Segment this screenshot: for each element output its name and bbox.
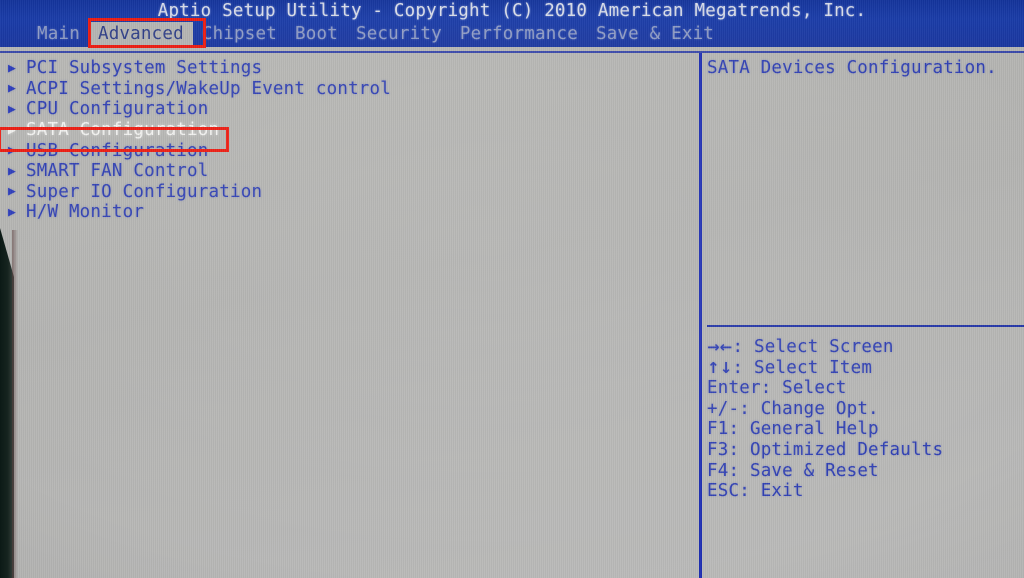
key-action-label: : Change Opt.	[739, 398, 879, 419]
submenu-arrow-icon: ▶	[8, 143, 17, 159]
key-name: Enter	[707, 378, 761, 399]
submenu-arrow-icon: ▶	[8, 184, 17, 200]
menu-option-sata-configuration[interactable]: ▶ SATA Configuration	[0, 120, 695, 141]
menu-tab-save-exit[interactable]: Save & Exit	[587, 22, 723, 47]
menu-tab-advanced[interactable]: Advanced	[88, 21, 193, 47]
menu-option-label: ACPI Settings/WakeUp Event control	[26, 78, 392, 99]
key-hint-f3: F3: Optimized Defaults	[707, 440, 1024, 461]
left-right-arrow-icon: →←	[707, 338, 733, 356]
key-name: F3	[707, 439, 729, 460]
menu-tab-boot[interactable]: Boot	[286, 22, 347, 47]
help-description: SATA Devices Configuration.	[707, 58, 997, 78]
key-name: F1	[707, 419, 729, 440]
key-action-label: : Optimized Defaults	[728, 439, 944, 460]
menu-option-label: PCI Subsystem Settings	[26, 58, 263, 79]
page-title: Aptio Setup Utility - Copyright (C) 2010…	[157, 1, 867, 21]
key-name: ESC	[707, 481, 740, 502]
menu-tab-security[interactable]: Security	[347, 22, 451, 47]
menu-option-label: SMART FAN Control	[26, 161, 209, 182]
header-divider	[0, 51, 1024, 53]
key-action-label: : Exit	[739, 481, 804, 502]
menu-tab-bar: Main Advanced Chipset Boot Security Performan…	[28, 21, 723, 47]
advanced-menu-list: ▶ PCI Subsystem Settings ▶ ACPI Settings/Wa…	[0, 58, 695, 223]
key-action-label: : Save & Reset	[728, 460, 879, 481]
menu-option-super-io-configuration[interactable]: ▶ Super IO Configuration	[0, 182, 695, 203]
key-hint-item-3: +/-: Change Opt.	[707, 399, 1024, 420]
menu-option-smart-fan-control[interactable]: ▶ SMART FAN Control	[0, 161, 695, 182]
menu-option-acpi-settings-wakeup-event-control[interactable]: ▶ ACPI Settings/WakeUp Event control	[0, 79, 695, 100]
key-hint-arrows-horizontalarrows-horizontal: →←: Select Screen	[707, 337, 1024, 358]
key-action-label: : Select Screen	[732, 337, 894, 357]
key-hint-esc: ESC: Exit	[707, 481, 1024, 502]
menu-option-label: Super IO Configuration	[26, 181, 263, 202]
key-action-label: : General Help	[728, 419, 879, 440]
menu-option-label: SATA Configuration	[26, 120, 220, 141]
monitor-bezel-left-edge	[12, 230, 18, 578]
submenu-arrow-icon: ▶	[8, 81, 17, 97]
help-panel: SATA Devices Configuration.	[707, 58, 1024, 79]
key-name: +/-	[707, 398, 740, 419]
key-hint-f1: F1: General Help	[707, 419, 1024, 440]
menu-option-usb-configuration[interactable]: ▶ USB Configuration	[0, 140, 695, 161]
menu-tab-chipset[interactable]: Chipset	[193, 22, 286, 47]
key-hint-enter: Enter: Select	[707, 378, 1024, 399]
menu-option-label: CPU Configuration	[26, 99, 209, 120]
submenu-arrow-icon: ▶	[8, 163, 17, 179]
menu-option-label: USB Configuration	[26, 140, 209, 161]
submenu-arrow-icon: ▶	[8, 60, 17, 76]
menu-option-cpu-configuration[interactable]: ▶ CPU Configuration	[0, 99, 695, 120]
menu-tab-main[interactable]: Main	[28, 22, 89, 47]
key-name: F4	[707, 460, 729, 481]
menu-option-label: H/W Monitor	[26, 202, 145, 223]
monitor-bezel-left	[0, 228, 14, 578]
key-hint-f4: F4: Save & Reset	[707, 461, 1024, 482]
menu-option-pci-subsystem-settings[interactable]: ▶ PCI Subsystem Settings	[0, 58, 695, 79]
submenu-arrow-icon: ▶	[8, 101, 17, 117]
bios-setup-screen: Aptio Setup Utility - Copyright (C) 2010…	[0, 0, 1024, 578]
help-keys-divider	[707, 325, 1024, 327]
menu-option-h-w-monitor[interactable]: ▶ H/W Monitor	[0, 202, 695, 223]
submenu-arrow-icon: ▶	[8, 204, 17, 220]
key-legend: →←: Select Screen ↑↓: Select Item Enter: S…	[707, 337, 1024, 502]
submenu-arrow-icon: ▶	[8, 122, 17, 138]
menu-tab-performance[interactable]: Performance	[451, 22, 587, 47]
up-down-arrow-icon: ↑↓	[707, 358, 733, 377]
key-action-label: : Select	[760, 378, 847, 399]
key-hint-arrows-verticalarrows-vertical: ↑↓: Select Item	[707, 358, 1024, 379]
vertical-divider	[699, 53, 702, 578]
key-action-label: : Select Item	[732, 357, 873, 378]
